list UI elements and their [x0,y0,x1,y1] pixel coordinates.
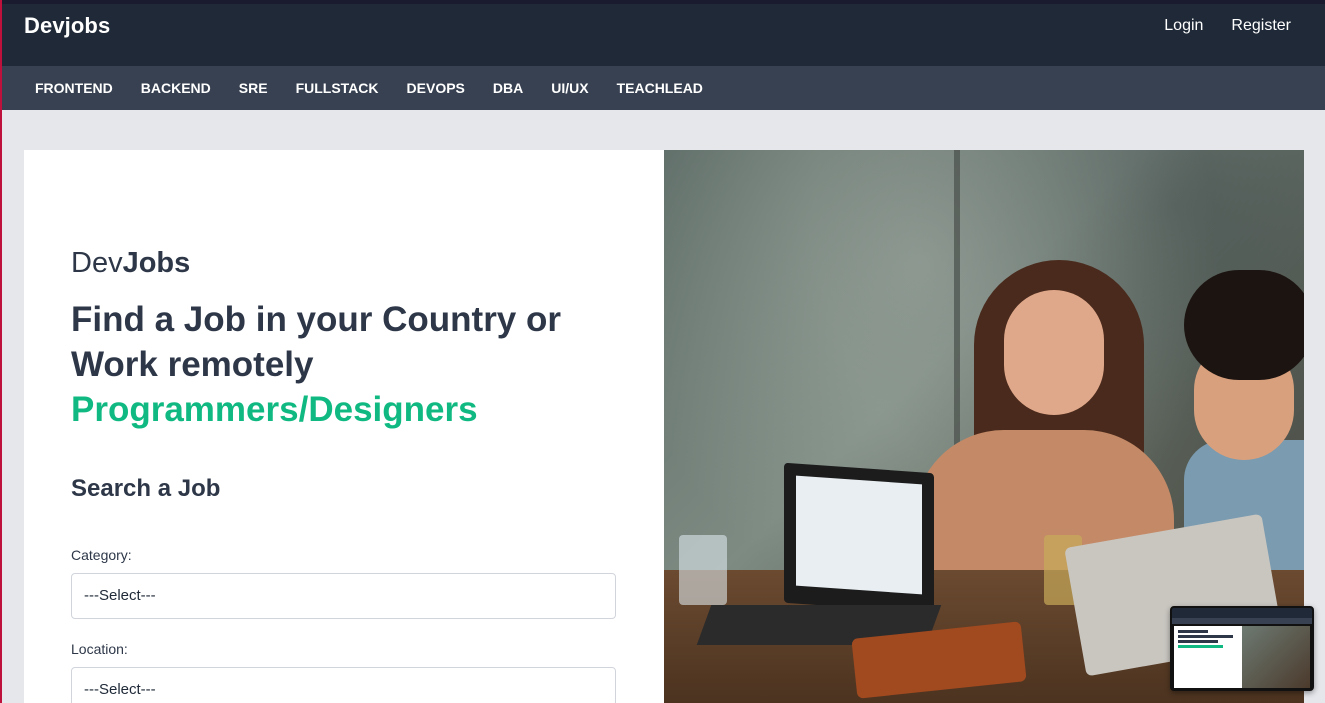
category-nav: FRONTEND BACKEND SRE FULLSTACK DEVOPS DB… [0,66,1325,110]
hero-headline-accent: Programmers/Designers [71,390,478,429]
thumbnail-photo [1242,626,1310,688]
thumbnail-catbar [1172,618,1312,624]
thumbnail-line [1178,635,1233,638]
thumbnail-line [1178,630,1208,633]
window-top-edge [0,0,1325,4]
photo-person-face [1004,290,1104,415]
category-label: Category: [71,547,132,563]
category-link-backend[interactable]: BACKEND [141,80,211,96]
category-link-fullstack[interactable]: FULLSTACK [296,80,379,96]
window-left-edge [0,0,2,703]
photo-glass [679,535,727,605]
thumbnail-line-accent [1178,645,1223,648]
photo-person2-hair [1184,270,1304,380]
category-link-dba[interactable]: DBA [493,80,523,96]
brand-logo[interactable]: Devjobs [24,13,110,39]
screenshot-thumbnail[interactable] [1170,606,1314,691]
thumbnail-line [1178,640,1218,643]
hero-logo: DevJobs [71,247,190,280]
category-link-devops[interactable]: DEVOPS [407,80,465,96]
hero-headline: Find a Job in your Country or Work remot… [71,297,591,432]
hero-card: DevJobs Find a Job in your Country or Wo… [24,150,1304,703]
hero-headline-text: Find a Job in your Country or Work remot… [71,300,561,384]
thumbnail-body [1174,626,1310,688]
hero-logo-jobs: Jobs [122,247,191,279]
location-select[interactable]: ---Select--- [71,667,616,703]
auth-links: Login Register [1164,17,1291,35]
location-label: Location: [71,641,128,657]
search-title: Search a Job [71,475,221,502]
register-link[interactable]: Register [1231,17,1291,35]
thumbnail-left [1174,626,1242,688]
category-link-sre[interactable]: SRE [239,80,268,96]
category-select[interactable]: ---Select--- [71,573,616,619]
search-panel: DevJobs Find a Job in your Country or Wo… [24,150,664,703]
category-link-teachlead[interactable]: TEACHLEAD [617,80,703,96]
category-link-uiux[interactable]: UI/UX [551,80,588,96]
thumbnail-topbar [1172,608,1312,618]
login-link[interactable]: Login [1164,17,1203,35]
hero-logo-dev: Dev [71,247,123,279]
top-navbar: Devjobs Login Register [0,0,1325,66]
photo-laptop-display [796,475,922,595]
category-link-frontend[interactable]: FRONTEND [35,80,113,96]
